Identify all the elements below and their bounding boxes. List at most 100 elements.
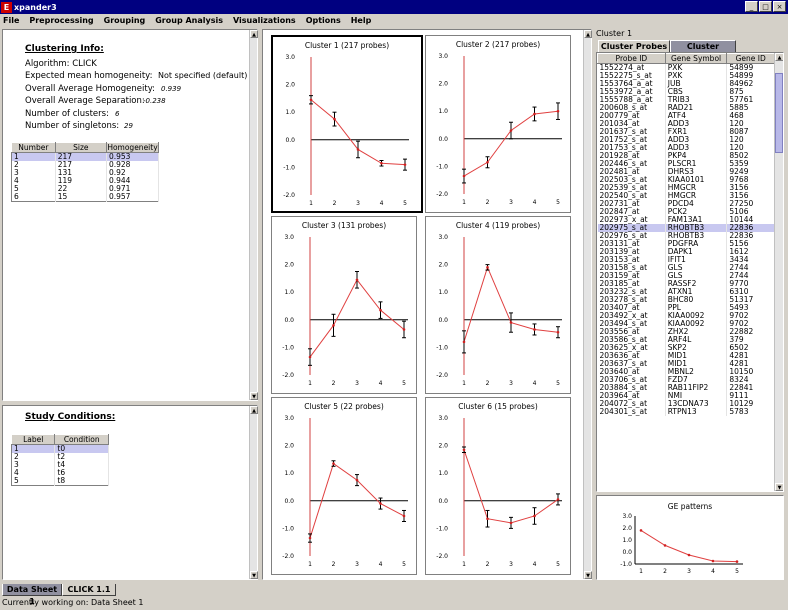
table-row[interactable]: 201637_s_at FXR1 8087 — [597, 128, 775, 136]
table-row[interactable]: 201753_s_at ADD3 120 — [597, 144, 775, 152]
scroll-down-icon[interactable]: ▼ — [250, 392, 258, 400]
table-row[interactable]: 3 131 0.92 — [11, 169, 160, 177]
scroll-down-icon[interactable]: ▼ — [775, 483, 783, 491]
column-header-homogeneity[interactable]: Homogeneity — [105, 142, 160, 153]
table-row[interactable]: 201034_at ADD3 120 — [597, 120, 775, 128]
column-header-gene-id[interactable]: Gene ID — [726, 53, 775, 64]
cluster-chart-4[interactable]: Cluster 4 (119 probes) 3.0 2.0 1.0 0.0 -1.0 -2… — [425, 216, 571, 394]
column-header-probe-id[interactable]: Probe ID — [597, 53, 666, 64]
menu-file[interactable]: File — [3, 16, 19, 25]
ge-patterns-title: GE patterns — [668, 502, 712, 511]
menu-group-analysis[interactable]: Group Analysis — [155, 16, 223, 25]
cluster-chart-5[interactable]: Cluster 5 (22 probes) 3.0 2.0 1.0 0.0 -1.0 -2.… — [271, 397, 417, 575]
conditions-table[interactable]: Label Condition 1 t0 2 t2 3 t4 4 t6 5 t8 — [10, 434, 109, 486]
table-row[interactable]: 1553972_a_at CBS 875 — [597, 88, 775, 96]
table-row[interactable]: 1552275_s_at PXK 54899 — [597, 72, 775, 80]
cluster-chart-2[interactable]: Cluster 2 (217 probes) 3.0 2.0 1.0 0.0 -1.0 -2… — [425, 35, 571, 213]
clusters-table[interactable]: Number Size Homogeneity 1 217 0.953 2 217 0.… — [11, 142, 160, 202]
column-header-size[interactable]: Size — [54, 142, 107, 153]
table-row[interactable]: 203158_s_at GLS 2744 — [597, 264, 775, 272]
scroll-up-icon[interactable]: ▲ — [250, 406, 258, 414]
cluster-chart-6[interactable]: Cluster 6 (15 probes) 3.0 2.0 1.0 0.0 -1.0 -2.… — [425, 397, 571, 575]
table-row[interactable]: 203153_at IFIT1 3434 — [597, 256, 775, 264]
table-row[interactable]: 202540_s_at HMGCR 3156 — [597, 192, 775, 200]
menu-options[interactable]: Options — [306, 16, 341, 25]
table-row[interactable]: 202481_at DHRS3 9249 — [597, 168, 775, 176]
table-row[interactable]: 3 t4 — [11, 461, 109, 469]
tab-cluster-probes[interactable]: Cluster Probes — [598, 40, 670, 52]
table-row[interactable]: 202847_at PCK2 5106 — [597, 208, 775, 216]
table-row[interactable]: 203706_s_at FZD7 8324 — [597, 376, 775, 384]
table-row[interactable]: 203964_at NMI 9111 — [597, 392, 775, 400]
table-row[interactable]: 201928_at PKP4 8502 — [597, 152, 775, 160]
table-row[interactable]: 2 t2 — [11, 453, 109, 461]
table-row[interactable]: 203636_at MID1 4281 — [597, 352, 775, 360]
scroll-down-icon[interactable]: ▼ — [584, 571, 592, 579]
table-row[interactable]: 5 22 0.971 — [11, 185, 160, 193]
table-row[interactable]: 203278_s_at BHC80 51317 — [597, 296, 775, 304]
charts-scrollbar[interactable]: ▲ ▼ — [583, 30, 592, 579]
probes-table[interactable]: Probe ID Gene Symbol Gene ID 1552274_at P… — [597, 53, 775, 416]
table-row[interactable]: 203884_s_at RAB11FIP2 22841 — [597, 384, 775, 392]
table-row[interactable]: 202975_s_at RHOBTB3 22836 — [597, 224, 775, 232]
table-row[interactable]: 4 119 0.944 — [11, 177, 160, 185]
table-row[interactable]: 202731_at PDCD4 27250 — [597, 200, 775, 208]
scroll-up-icon[interactable]: ▲ — [250, 30, 258, 38]
table-row[interactable]: 203494_s_at KIAA0092 9702 — [597, 320, 775, 328]
column-header-label[interactable]: Label — [10, 434, 56, 445]
table-row[interactable]: 1 217 0.953 — [11, 152, 160, 161]
table-row[interactable]: 202503_s_at KIAA0101 9768 — [597, 176, 775, 184]
table-row[interactable]: 203185_at RASSF2 9770 — [597, 280, 775, 288]
table-row[interactable]: 203159_at GLS 2744 — [597, 272, 775, 280]
info-scrollbar[interactable]: ▲ ▼ — [249, 30, 258, 400]
tab-cluster-matrix[interactable]: Cluster Matrix — [670, 40, 736, 62]
conditions-scrollbar[interactable]: ▲ ▼ — [249, 406, 258, 579]
minimize-icon[interactable]: _ — [745, 1, 758, 12]
table-row[interactable]: 203232_s_at ATXN1 6310 — [597, 288, 775, 296]
menu-grouping[interactable]: Grouping — [104, 16, 146, 25]
table-row[interactable]: 203625_x_at SKP2 6502 — [597, 344, 775, 352]
table-row[interactable]: 203586_s_at ARF4L 379 — [597, 336, 775, 344]
scroll-down-icon[interactable]: ▼ — [250, 571, 258, 579]
table-row[interactable]: 203492_x_at KIAA0092 9702 — [597, 312, 775, 320]
table-row[interactable]: 1553764_a_at JUB 84962 — [597, 80, 775, 88]
column-header-condition[interactable]: Condition — [54, 434, 109, 445]
table-row[interactable]: 1552274_at PXK 54899 — [597, 63, 775, 72]
table-row[interactable]: 204072_s_at 13CDNA73 10129 — [597, 400, 775, 408]
scroll-up-icon[interactable]: ▲ — [584, 30, 592, 38]
table-row[interactable]: 201752_s_at ADD3 120 — [597, 136, 775, 144]
table-row[interactable]: 2 217 0.928 — [11, 161, 160, 169]
cluster-chart-1[interactable]: Cluster 1 (217 probes) 3.0 2.0 1.0 0.0 -1.0 -2… — [271, 35, 423, 213]
table-row[interactable]: 204301_s_at RTPN13 5783 — [597, 408, 775, 416]
table-row[interactable]: 5 t8 — [11, 477, 109, 486]
close-icon[interactable]: × — [773, 1, 786, 12]
table-row[interactable]: 203640_at MBNL2 10150 — [597, 368, 775, 376]
table-row[interactable]: 202539_s_at HMGCR 3156 — [597, 184, 775, 192]
table-row[interactable]: 203139_at DAPK1 1612 — [597, 248, 775, 256]
table-row[interactable]: 4 t6 — [11, 469, 109, 477]
column-header-gene-symbol[interactable]: Gene Symbol — [664, 53, 728, 64]
menu-visualizations[interactable]: Visualizations — [233, 16, 296, 25]
table-row[interactable]: 203637_s_at MID1 4281 — [597, 360, 775, 368]
scroll-up-icon[interactable]: ▲ — [775, 53, 783, 61]
column-header-number[interactable]: Number — [11, 142, 56, 153]
table-row[interactable]: 203556_at ZHX2 22882 — [597, 328, 775, 336]
maximize-icon[interactable]: □ — [759, 1, 772, 12]
table-row[interactable]: 1 t0 — [11, 444, 109, 453]
probes-scrollbar[interactable]: ▲ ▼ — [774, 53, 783, 491]
scroll-thumb[interactable] — [775, 73, 783, 153]
table-row[interactable]: 200779_at ATF4 468 — [597, 112, 775, 120]
menu-preprocessing[interactable]: Preprocessing — [29, 16, 93, 25]
table-row[interactable]: 1555788_a_at TRIB3 57761 — [597, 96, 775, 104]
table-row[interactable]: 202973_x_at FAM13A1 10144 — [597, 216, 775, 224]
tab-click-1-1[interactable]: CLICK 1.1 — [62, 584, 116, 596]
table-row[interactable]: 203131_at PDGFRA 5156 — [597, 240, 775, 248]
table-row[interactable]: 6 15 0.957 — [11, 193, 160, 202]
table-row[interactable]: 202976_s_at RHOBTB3 22836 — [597, 232, 775, 240]
cluster-chart-3[interactable]: Cluster 3 (131 probes) 3.0 2.0 1.0 0.0 -1.0 -2… — [271, 216, 417, 394]
table-row[interactable]: 200608_s_at RAD21 5885 — [597, 104, 775, 112]
menu-help[interactable]: Help — [351, 16, 372, 25]
tab-data-sheet-1[interactable]: Data Sheet 1 — [2, 584, 62, 606]
table-row[interactable]: 202446_s_at PLSCR1 5359 — [597, 160, 775, 168]
table-row[interactable]: 203407_at PPL 5493 — [597, 304, 775, 312]
